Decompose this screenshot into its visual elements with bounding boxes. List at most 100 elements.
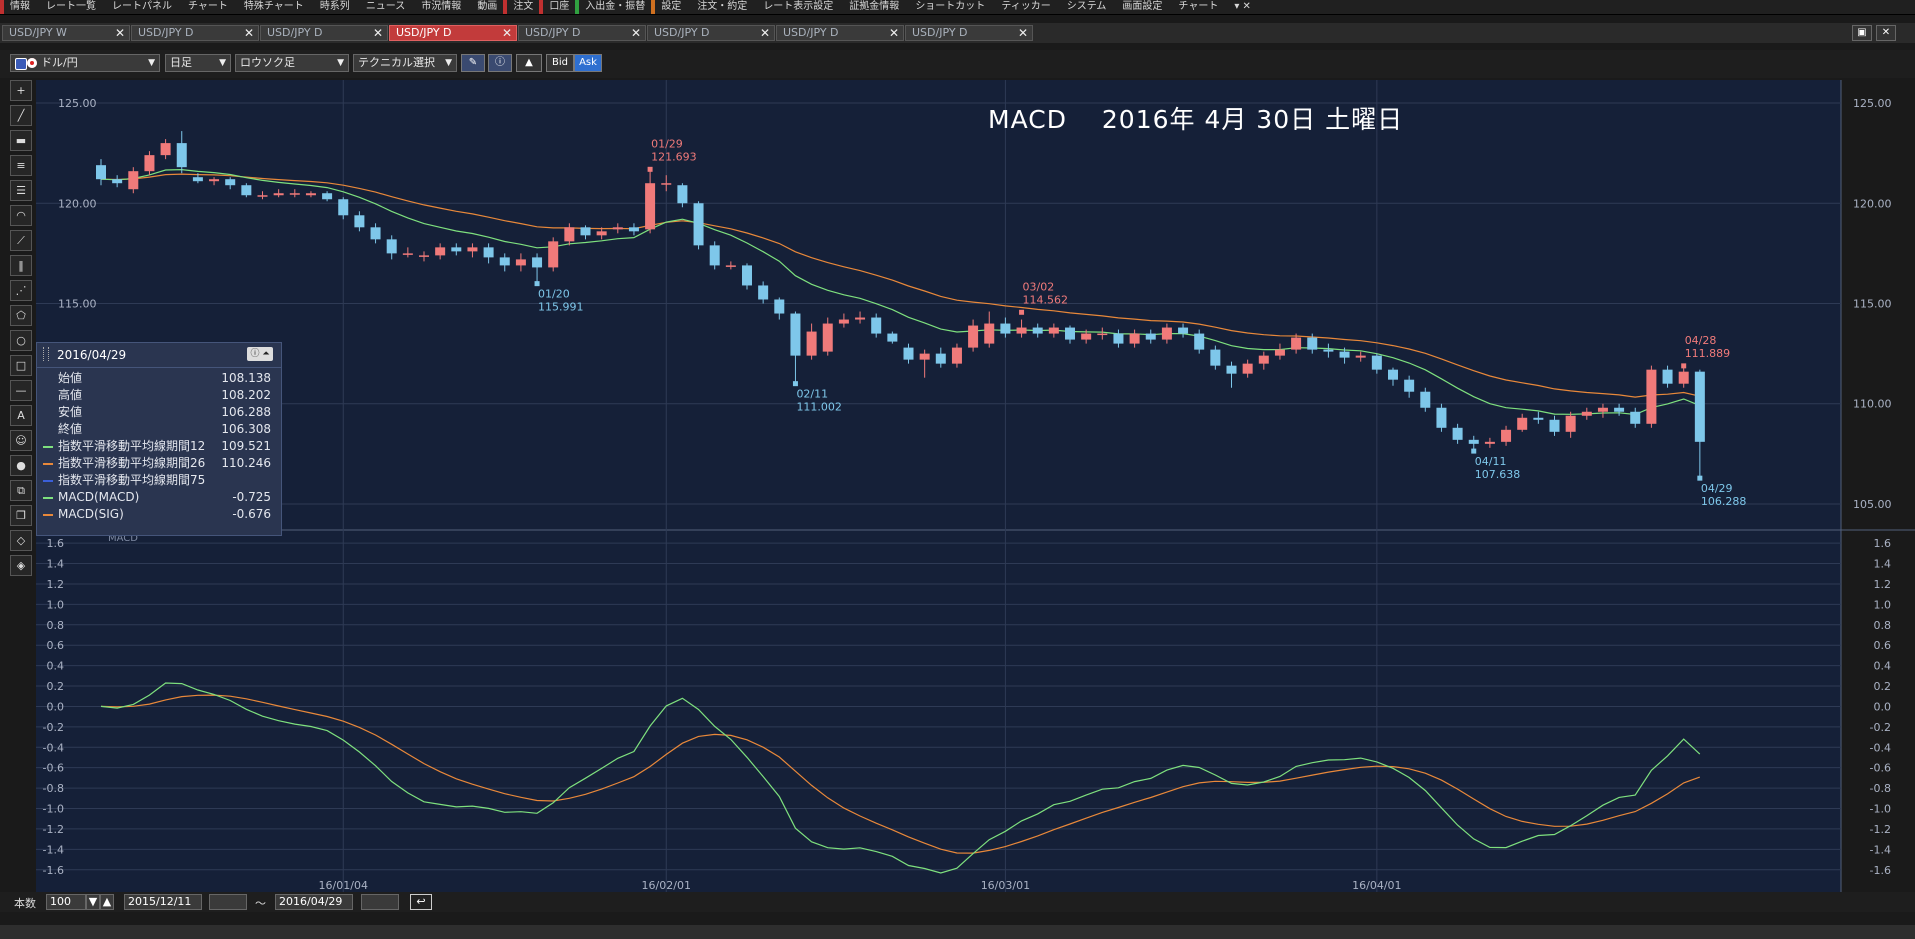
info-row: 指数平滑移動平均線期間12 109.521: [37, 438, 281, 455]
menu-item[interactable]: 市況情報: [411, 0, 467, 14]
polygon-icon[interactable]: ⬠: [10, 305, 32, 326]
chart-tab[interactable]: USD/JPY W ✕: [2, 25, 130, 41]
menu-item[interactable]: 設定: [651, 0, 687, 14]
to-date-field[interactable]: 2016/04/29: [275, 894, 353, 910]
chart-tab[interactable]: USD/JPY D ✕: [260, 25, 388, 41]
count-up-button[interactable]: ▲: [100, 894, 114, 910]
chart-tab[interactable]: USD/JPY D ✕: [131, 25, 259, 41]
chart-tab[interactable]: USD/JPY D ✕: [776, 25, 904, 41]
paste-icon[interactable]: ❐: [10, 505, 32, 526]
chart-tab[interactable]: USD/JPY D ✕: [518, 25, 646, 41]
menu-item[interactable]: 注文: [503, 0, 539, 14]
menu-item[interactable]: レート表示設定: [753, 0, 839, 14]
close-window-icon[interactable]: ✕: [1876, 25, 1896, 41]
chart-area[interactable]: 125.00 125.00 120.00 120.00 115.00 115.00 110.…: [36, 80, 1915, 892]
menu-item[interactable]: システム: [1057, 0, 1113, 14]
menu-item[interactable]: チャート: [1168, 0, 1224, 14]
chevron-down-icon: ▼: [445, 58, 452, 68]
from-time-field[interactable]: [209, 894, 247, 910]
drawing-tools: + ╱ ▬ ≡ ☰ ◠ ⟋ ‖ ⋰ ⬠ ○ □ — A ☺ ● ⧉ ❐ ◇ ◈: [10, 80, 34, 580]
text-icon[interactable]: A: [10, 405, 32, 426]
ruler-icon[interactable]: ▬: [10, 130, 32, 151]
menu-item[interactable]: レートパネル: [102, 0, 178, 14]
restore-window-icon[interactable]: ▣: [1852, 25, 1872, 41]
close-tab-icon[interactable]: ✕: [244, 26, 254, 40]
candle-body: [354, 215, 365, 228]
horizontal-line-icon[interactable]: —: [10, 380, 32, 401]
pen-icon[interactable]: ✎: [461, 54, 485, 72]
currency-pair-select[interactable]: ドル/円 ▼: [10, 54, 160, 72]
extreme-date: 04/29: [1701, 482, 1733, 495]
macd-tick-left: -0.4: [43, 741, 64, 754]
menu-item[interactable]: 特殊チャート: [234, 0, 310, 14]
close-tab-icon[interactable]: ✕: [631, 26, 641, 40]
menu-item[interactable]: ショートカット: [905, 0, 991, 14]
return-icon[interactable]: ↩: [410, 894, 432, 910]
info-collapse-icon[interactable]: ⓘ ⏶: [247, 347, 273, 361]
close-tab-icon[interactable]: ✕: [373, 26, 383, 40]
count-down-button[interactable]: ▼: [86, 894, 100, 910]
rectangle-icon[interactable]: □: [10, 355, 32, 376]
area-chart-icon[interactable]: ▲: [516, 54, 542, 72]
emoji-icon[interactable]: ☺: [10, 430, 32, 451]
style-label: ロウソク足: [240, 56, 295, 69]
erase-all-icon[interactable]: ◈: [10, 555, 32, 576]
menu-item[interactable]: 画面設定: [1112, 0, 1168, 14]
macd-tick-left: 1.0: [47, 598, 65, 611]
menu-item[interactable]: 証拠金情報: [839, 0, 905, 14]
count-value: 100: [50, 895, 71, 908]
chart-tab[interactable]: USD/JPY D ✕: [389, 25, 517, 41]
gann-fan-icon[interactable]: ⋰: [10, 280, 32, 301]
horizontal-lines-icon[interactable]: ☰: [10, 180, 32, 201]
from-date-field[interactable]: 2015/12/11: [124, 894, 202, 910]
info-row: 指数平滑移動平均線期間75: [37, 472, 281, 489]
period-select[interactable]: 日足 ▼: [165, 54, 231, 72]
vertical-lines-icon[interactable]: ‖: [10, 255, 32, 276]
trendline-icon[interactable]: ╱: [10, 105, 32, 126]
chart-tab[interactable]: USD/JPY D ✕: [905, 25, 1033, 41]
crosshair-icon[interactable]: +: [10, 80, 32, 101]
info-label: 指数平滑移動平均線期間26: [58, 456, 206, 470]
menu-item[interactable]: ティッカー: [991, 0, 1056, 14]
menu-item[interactable]: チャート: [178, 0, 234, 14]
menu-item[interactable]: レート一覧: [36, 0, 102, 14]
candle-body: [628, 227, 639, 232]
technical-select[interactable]: テクニカル選択 ▼: [353, 54, 457, 72]
bid-button[interactable]: Bid: [546, 54, 574, 72]
chart-style-select[interactable]: ロウソク足 ▼: [235, 54, 349, 72]
fan-icon[interactable]: ⟋: [10, 230, 32, 251]
menu-item[interactable]: 注文・約定: [687, 0, 753, 14]
drag-handle-icon[interactable]: [43, 347, 49, 361]
ask-button[interactable]: Ask: [574, 54, 602, 72]
info-icon[interactable]: ⓘ: [488, 54, 512, 72]
eraser-icon[interactable]: ◇: [10, 530, 32, 551]
tab-label: USD/JPY D: [267, 26, 323, 39]
circle-icon[interactable]: ○: [10, 330, 32, 351]
menu-item[interactable]: 情報: [0, 0, 36, 14]
close-tab-icon[interactable]: ✕: [115, 26, 125, 40]
macd-tick-right: 1.6: [1874, 537, 1892, 550]
to-time-field[interactable]: [361, 894, 399, 910]
candle-body: [1678, 371, 1689, 384]
count-field[interactable]: 100: [46, 894, 86, 910]
menu-item[interactable]: 動画: [467, 0, 503, 14]
parallel-lines-icon[interactable]: ≡: [10, 155, 32, 176]
menu-more-icon[interactable]: ▾ ✕: [1224, 0, 1257, 14]
menu-item[interactable]: 時系列: [310, 0, 356, 14]
info-value: 110.246: [221, 456, 271, 470]
menu-item[interactable]: 口座: [539, 0, 575, 14]
candle-body: [96, 165, 106, 180]
info-panel-header[interactable]: 2016/04/29 ⓘ ⏶: [37, 343, 281, 368]
chart-tab[interactable]: USD/JPY D ✕: [647, 25, 775, 41]
menu-item[interactable]: ニュース: [356, 0, 412, 14]
copy-icon[interactable]: ⧉: [10, 480, 32, 501]
fibonacci-arc-icon[interactable]: ◠: [10, 205, 32, 226]
candle-body: [467, 247, 478, 252]
extreme-value: 121.693: [651, 150, 697, 163]
close-tab-icon[interactable]: ✕: [502, 26, 512, 40]
close-tab-icon[interactable]: ✕: [889, 26, 899, 40]
menu-item[interactable]: 入出金・振替: [575, 0, 651, 14]
close-tab-icon[interactable]: ✕: [1018, 26, 1028, 40]
cursor-icon[interactable]: ●: [10, 455, 32, 476]
close-tab-icon[interactable]: ✕: [760, 26, 770, 40]
